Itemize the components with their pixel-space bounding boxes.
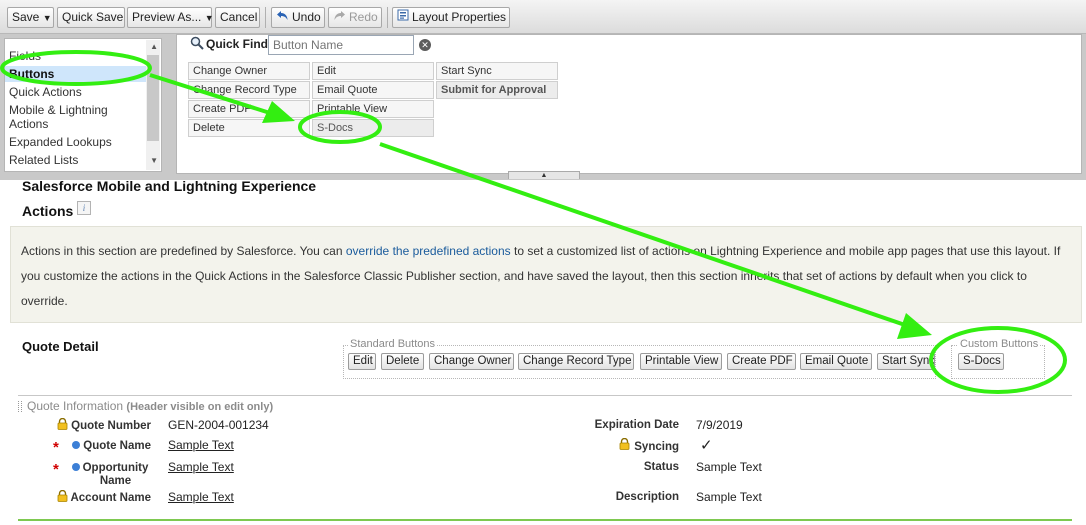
redo-label: Redo [349,10,378,24]
palette-item[interactable]: Change Record Type [188,81,310,99]
palette-item[interactable]: Start Sync [436,62,558,80]
section-divider [18,395,1072,396]
field-label-account-name: Account Name [70,492,151,504]
field-label-opportunity-name: Opportunity Name [82,462,149,487]
layout-button-create-pdf[interactable]: Create PDF [727,353,796,370]
cancel-button[interactable]: Cancel [215,7,260,28]
field-label-quote-number: Quote Number [71,420,151,432]
category-fields[interactable]: Fields [9,49,147,63]
quick-find-input[interactable] [268,35,414,55]
actions-heading: Actions [22,203,74,219]
layout-button-printable-view[interactable]: Printable View [640,353,722,370]
field-value-account-name: Sample Text [168,490,234,504]
category-mobile-lightning-actions[interactable]: Mobile & Lightning Actions [9,103,147,131]
undo-button[interactable]: Undo [271,7,325,28]
palette-item[interactable]: Change Owner [188,62,310,80]
field-value-quote-number: GEN-2004-001234 [168,418,269,432]
standard-buttons-legend: Standard Buttons [348,338,438,350]
palette-item-s-docs[interactable]: S-Docs [312,119,434,137]
palette-item[interactable]: Printable View [312,100,434,118]
properties-icon [397,8,409,27]
mobile-lightning-heading: Salesforce Mobile and Lightning Experien… [22,178,317,194]
clear-search-icon[interactable]: ✕ [419,39,431,51]
scroll-up-icon[interactable]: ▲ [150,43,158,51]
toolbar-divider [387,7,388,28]
redo-icon [333,8,346,27]
toolbar: Save ▼ Quick Save Preview As... ▼ Cancel… [0,0,1086,34]
notice-text-start: Actions in this section are predefined b… [21,244,346,258]
preview-as-button[interactable]: Preview As... ▼ [127,7,214,28]
palette-item[interactable]: Create PDF [188,100,310,118]
info-icon[interactable]: i [77,201,91,215]
scroll-down-icon[interactable]: ▼ [150,157,158,165]
notice-text: Actions in this section are predefined b… [21,239,1071,314]
caret-down-icon: ▼ [204,13,214,23]
category-buttons[interactable]: Buttons [5,66,148,82]
page-layout-editor: Save ▼ Quick Save Preview As... ▼ Cancel… [0,0,1086,525]
toolbar-divider [265,7,266,28]
custom-buttons-legend: Custom Buttons [958,338,1041,350]
category-related-lists[interactable]: Related Lists [9,153,147,167]
category-scroll-thumb[interactable] [147,55,159,141]
layout-button-edit[interactable]: Edit [348,353,376,370]
actions-notice: Actions in this section are predefined b… [10,226,1082,323]
layout-button-delete[interactable]: Delete [381,353,424,370]
palette-item[interactable]: Delete [188,119,310,137]
redo-button[interactable]: Redo [328,7,382,28]
save-button[interactable]: Save ▼ [7,7,54,28]
search-icon [190,36,204,53]
quote-detail-heading: Quote Detail [22,339,99,354]
palette-category-list: Fields Buttons Quick Actions Mobile & Li… [4,38,162,172]
field-indicator-icon [72,463,80,471]
section-header[interactable]: Quote Information (Header visible on edi… [27,399,273,413]
section-bottom-border [18,519,1072,521]
category-expanded-lookups[interactable]: Expanded Lookups [9,135,147,149]
field-value-description: Sample Text [696,490,762,504]
required-icon: * [53,461,59,478]
drag-handle-icon[interactable] [18,401,22,412]
field-label-status: Status [643,461,679,473]
layout-properties-button[interactable]: Layout Properties [392,7,510,28]
field-value-opportunity-name: Sample Text [168,460,234,474]
field-value-status: Sample Text [696,460,762,474]
palette-item[interactable]: Submit for Approval [436,81,558,99]
field-label-syncing: Syncing [634,441,679,453]
override-actions-link[interactable]: override the predefined actions [346,244,511,258]
layout-button-change-owner[interactable]: Change Owner [429,353,514,370]
section-subtitle: (Header visible on edit only) [126,401,274,413]
field-label-quote-name: Quote Name [83,440,151,452]
section-title: Quote Information [27,399,124,413]
undo-label: Undo [292,10,321,24]
field-label-expiration-date: Expiration Date [594,419,679,431]
layout-button-email-quote[interactable]: Email Quote [800,353,872,370]
checkmark-icon: ✓ [700,437,713,454]
quick-find-label: Quick Find [206,37,269,51]
layout-button-s-docs[interactable]: S-Docs [958,353,1004,370]
category-quick-actions[interactable]: Quick Actions [9,85,147,99]
save-label: Save [12,10,40,24]
field-label-description: Description [615,491,679,503]
preview-as-label: Preview As... [132,10,202,24]
quick-save-button[interactable]: Quick Save [57,7,125,28]
layout-button-start-sync[interactable]: Start Sync [877,353,935,370]
undo-icon [276,8,289,27]
required-icon: * [53,439,59,456]
palette-resize-handle[interactable]: ▲ [508,171,580,179]
caret-down-icon: ▼ [42,13,52,23]
field-value-quote-name: Sample Text [168,438,234,452]
palette-item[interactable]: Email Quote [312,81,434,99]
palette: Fields Buttons Quick Actions Mobile & Li… [0,34,1086,180]
palette-item[interactable]: Edit [312,62,434,80]
layout-properties-label: Layout Properties [412,10,507,24]
layout-button-change-record-type[interactable]: Change Record Type [518,353,634,370]
field-value-expiration-date: 7/9/2019 [696,418,743,432]
